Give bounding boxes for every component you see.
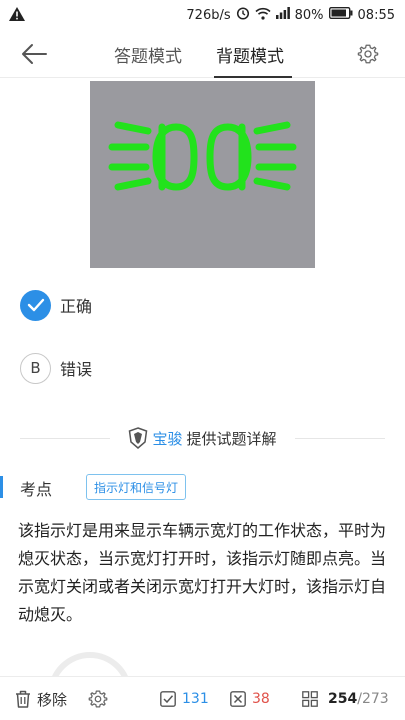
signal-icon	[275, 7, 290, 23]
option-label: 错误	[60, 360, 93, 379]
wifi-icon	[255, 7, 271, 24]
remove-label: 移除	[37, 690, 68, 709]
x-box-icon	[230, 691, 246, 707]
current-question: 254	[328, 691, 358, 707]
question-progress[interactable]: 254/273	[302, 677, 389, 720]
network-speed: 726b/s	[186, 7, 231, 23]
remove-button[interactable]: 移除	[14, 677, 67, 720]
battery-icon	[328, 6, 353, 23]
clock: 08:55	[357, 7, 395, 23]
check-box-icon	[160, 691, 176, 707]
option-selected-check	[20, 289, 51, 321]
headlight-icon	[108, 121, 297, 191]
grid-icon	[302, 691, 318, 707]
correct-count-value: 131	[182, 691, 209, 707]
back-button[interactable]	[20, 42, 50, 66]
top-nav: 答题模式 背题模式	[0, 30, 405, 78]
arrow-left-icon	[22, 44, 47, 64]
active-tab-indicator	[214, 76, 292, 78]
bottom-toolbar: 移除 131 38 254/273	[0, 676, 405, 720]
status-bar: 726b/s 80% 08:55	[0, 0, 405, 30]
knowledge-point-label: 考点	[20, 480, 53, 499]
battery-percent: 80%	[294, 7, 324, 23]
knowledge-point-tag[interactable]: 指示灯和信号灯	[86, 474, 187, 500]
tab-memorize-mode[interactable]: 背题模式	[216, 42, 284, 67]
gear-icon	[357, 44, 379, 64]
sponsor-banner: 宝骏 提供试题详解	[0, 424, 405, 452]
option-marker: B	[20, 352, 51, 384]
sponsor-brand: 宝骏	[152, 429, 183, 448]
bottom-settings-button[interactable]	[88, 677, 108, 720]
total-questions: /273	[357, 691, 389, 707]
divider	[20, 438, 110, 439]
tab-answer-mode[interactable]: 答题模式	[114, 42, 182, 67]
wrong-count[interactable]: 38	[230, 677, 270, 720]
option-wrong[interactable]: B 错误	[20, 352, 380, 384]
trash-icon	[16, 690, 30, 708]
question-image	[90, 81, 315, 268]
explanation-text: 该指示灯是用来显示车辆示宽灯的工作状态，平时为熄灭状态，当示宽灯打开时，该指示灯…	[18, 521, 387, 624]
option-correct[interactable]: 正确	[20, 289, 380, 321]
warning-icon	[9, 7, 25, 25]
sponsor-text: 提供试题详解	[186, 429, 277, 448]
baojun-logo-icon	[129, 427, 148, 449]
correct-count[interactable]: 131	[160, 677, 209, 720]
section-marker	[0, 476, 3, 498]
gear-icon	[88, 690, 108, 708]
wrong-count-value: 38	[252, 691, 270, 707]
check-icon	[27, 298, 44, 312]
divider	[295, 438, 385, 439]
alarm-icon	[236, 6, 250, 24]
settings-button[interactable]	[357, 43, 379, 65]
option-label: 正确	[60, 297, 93, 316]
